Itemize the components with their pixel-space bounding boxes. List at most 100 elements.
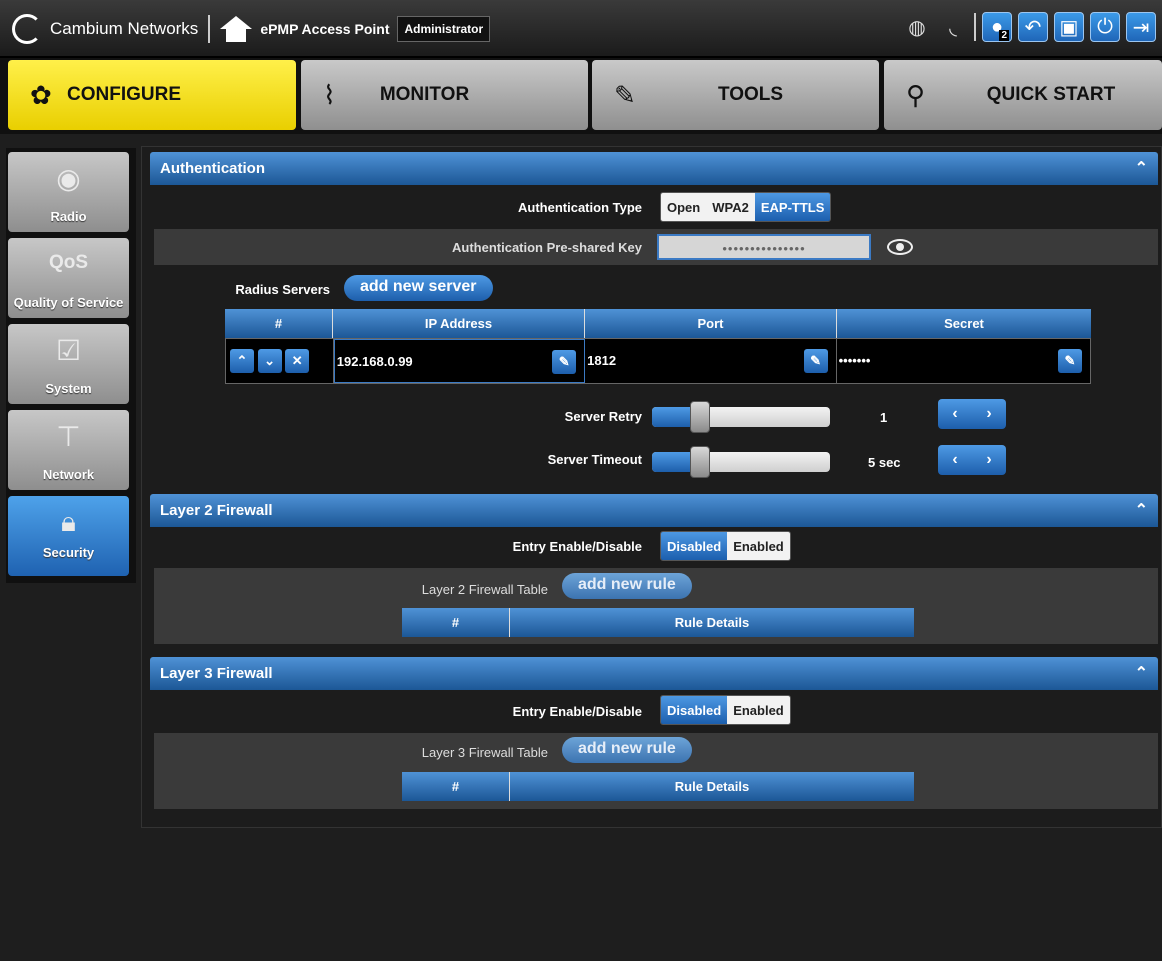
globe-icon[interactable]: ◍ — [902, 12, 932, 42]
server-retry-label: Server Retry — [564, 409, 642, 424]
chevron-left-icon[interactable]: ‹ — [952, 405, 957, 423]
brand-area: Cambium Networks ePMP Access Point Admin… — [12, 12, 491, 46]
section-title: Authentication — [160, 160, 265, 177]
move-up-button[interactable]: ⌃ — [230, 349, 254, 373]
col-header-index: # — [402, 608, 510, 637]
server-retry-value: 1 — [880, 410, 888, 425]
l3-entry-toggle[interactable]: Disabled Enabled — [660, 695, 791, 725]
notification-count: 2 — [999, 30, 1009, 41]
brand-name: Cambium Networks — [50, 19, 199, 38]
l2-table-header: # Rule Details — [402, 608, 914, 637]
col-header-index: # — [225, 309, 333, 338]
psk-input[interactable]: ••••••••••••••• — [657, 234, 871, 260]
slider-fill — [652, 407, 690, 427]
slider-handle[interactable] — [690, 446, 710, 478]
logout-icon[interactable]: ⇥ — [1126, 12, 1156, 42]
port-value: 1812 — [587, 353, 617, 368]
secret-cell[interactable]: ••••••• ✎ — [837, 339, 1090, 383]
qos-icon: QoS — [48, 252, 89, 273]
network-icon: ⊤ — [56, 421, 81, 452]
home-icon[interactable] — [220, 16, 253, 42]
tab-label: QUICK START — [986, 84, 1116, 105]
undo-icon[interactable]: ↶ — [1018, 12, 1048, 42]
chevron-right-icon[interactable]: › — [986, 405, 991, 423]
ip-cell[interactable]: 192.168.0.99 ✎ — [333, 339, 586, 383]
sidebar-item-label: Security — [42, 545, 95, 560]
sidebar-item-radio[interactable]: ◉ Radio — [8, 152, 129, 232]
section-title: Layer 2 Firewall — [160, 502, 273, 519]
l3-entry-label: Entry Enable/Disable — [512, 704, 642, 719]
l2-option-enabled[interactable]: Enabled — [727, 532, 790, 560]
l2-option-disabled[interactable]: Disabled — [661, 532, 728, 560]
col-header-ip: IP Address — [333, 309, 585, 338]
auth-option-wpa2[interactable]: WPA2 — [706, 193, 755, 221]
top-bar: Cambium Networks ePMP Access Point Admin… — [0, 0, 1162, 58]
col-header-port: Port — [585, 309, 837, 338]
sidebar: ◉ Radio QoS Quality of Service ☑ System … — [6, 148, 136, 583]
sidebar-item-label: Quality of Service — [13, 295, 124, 310]
cambium-logo-icon — [12, 14, 42, 44]
section-header-authentication[interactable]: Authentication ⌃ — [150, 152, 1158, 185]
section-header-layer2-firewall[interactable]: Layer 2 Firewall ⌃ — [150, 494, 1158, 527]
tab-configure[interactable]: ✿ CONFIGURE — [8, 60, 296, 130]
chevron-up-icon[interactable]: ⌃ — [1135, 158, 1148, 178]
divider — [208, 15, 211, 43]
tab-quick-start[interactable]: ⚲ QUICK START — [884, 60, 1162, 130]
tab-label: TOOLS — [717, 84, 784, 105]
chevron-left-icon[interactable]: ‹ — [952, 451, 957, 469]
chevron-up-icon[interactable]: ⌃ — [1135, 500, 1148, 520]
auth-type-selector[interactable]: Open WPA2 EAP-TTLS — [660, 192, 832, 222]
add-new-server-button[interactable]: add new server — [344, 275, 493, 301]
l3-table-label: Layer 3 Firewall Table — [421, 745, 548, 760]
sidebar-item-security[interactable]: 🔒︎ Security — [8, 496, 129, 576]
psk-label: Authentication Pre-shared Key — [452, 240, 642, 255]
l2-add-new-rule-button[interactable]: add new rule — [562, 573, 692, 599]
wifi-signal-icon[interactable]: ◟ — [938, 12, 968, 42]
server-timeout-slider[interactable] — [652, 446, 830, 478]
server-timeout-stepper[interactable]: ‹ › — [938, 445, 1006, 475]
auth-type-label: Authentication Type — [518, 200, 642, 215]
server-timeout-label: Server Timeout — [547, 452, 642, 467]
l2-table-label: Layer 2 Firewall Table — [421, 582, 548, 597]
auth-option-open[interactable]: Open — [661, 193, 707, 221]
server-timeout-value: 5 sec — [868, 455, 901, 470]
product-name: ePMP Access Point — [260, 21, 390, 37]
content-panel: Authentication ⌃ Authentication Type Ope… — [141, 146, 1162, 828]
l3-option-enabled[interactable]: Enabled — [727, 696, 790, 724]
radio-tower-icon: ◉ — [56, 163, 81, 194]
ip-value: 192.168.0.99 — [336, 354, 413, 369]
sidebar-item-system[interactable]: ☑ System — [8, 324, 129, 404]
col-header-rule-details: Rule Details — [674, 779, 750, 794]
server-retry-stepper[interactable]: ‹ › — [938, 399, 1006, 429]
l3-add-new-rule-button[interactable]: add new rule — [562, 737, 692, 763]
table-row: ⌃ ⌄ ✕ 192.168.0.99 ✎ 1812 ✎ ••••••• ✎ — [225, 338, 1091, 384]
tab-tools[interactable]: ✎ TOOLS — [592, 60, 879, 130]
edit-pencil-icon[interactable]: ✎ — [803, 349, 828, 373]
eye-icon[interactable] — [887, 239, 913, 255]
auth-option-eap-ttls[interactable]: EAP-TTLS — [754, 193, 831, 221]
save-icon[interactable]: ▣ — [1054, 12, 1084, 42]
sidebar-item-label: System — [45, 381, 92, 396]
light-bulb-icon[interactable]: ● 2 — [982, 12, 1012, 42]
slider-handle[interactable] — [690, 401, 710, 433]
main-nav: ✿ CONFIGURE ⌇ MONITOR ✎ TOOLS ⚲ QUICK ST… — [0, 58, 1162, 134]
sidebar-item-network[interactable]: ⊤ Network — [8, 410, 129, 490]
radius-servers-label: Radius Servers — [235, 282, 330, 297]
chevron-up-icon[interactable]: ⌃ — [1135, 663, 1148, 683]
top-toolbar: ◍ ◟ ● 2 ↶ ▣ ⏻ ⇥ — [896, 12, 1156, 42]
radius-table-header: # IP Address Port Secret — [225, 309, 1091, 338]
slider-fill — [652, 452, 690, 472]
tab-monitor[interactable]: ⌇ MONITOR — [301, 60, 588, 130]
l2-entry-toggle[interactable]: Disabled Enabled — [660, 531, 791, 561]
edit-pencil-icon[interactable]: ✎ — [1058, 349, 1082, 373]
section-header-layer3-firewall[interactable]: Layer 3 Firewall ⌃ — [150, 657, 1158, 690]
chevron-right-icon[interactable]: › — [986, 451, 991, 469]
server-retry-slider[interactable] — [652, 401, 830, 433]
move-down-button[interactable]: ⌄ — [257, 349, 282, 373]
l3-option-disabled[interactable]: Disabled — [661, 696, 728, 724]
sidebar-item-qos[interactable]: QoS Quality of Service — [8, 238, 129, 318]
edit-pencil-icon[interactable]: ✎ — [552, 350, 577, 374]
power-icon[interactable]: ⏻ — [1090, 12, 1120, 42]
delete-row-button[interactable]: ✕ — [285, 349, 310, 373]
port-cell[interactable]: 1812 ✎ — [585, 339, 837, 383]
